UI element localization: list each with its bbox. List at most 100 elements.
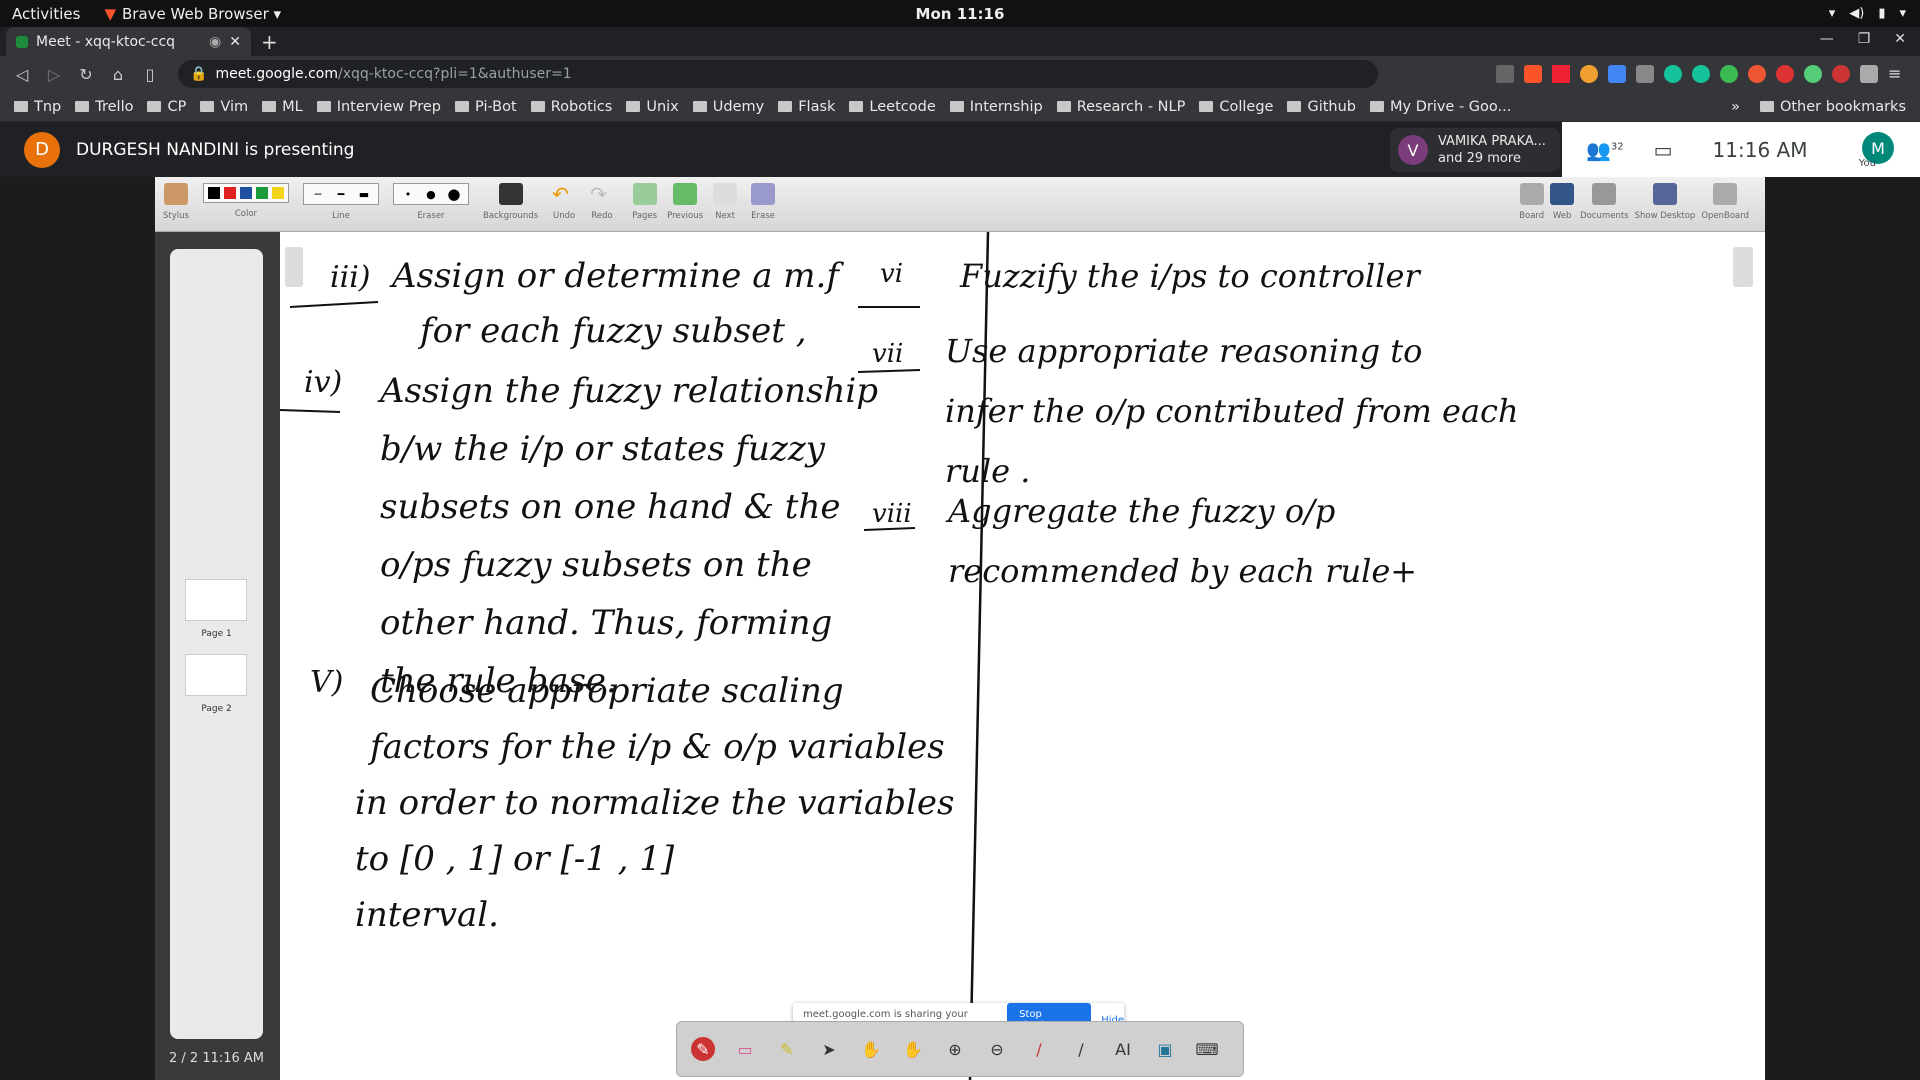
right-panel-toggle[interactable] — [1733, 247, 1753, 287]
keyboard-icon[interactable]: ⌨ — [1195, 1037, 1219, 1061]
zoom-out-icon[interactable]: ⊖ — [985, 1037, 1009, 1061]
extension-icon[interactable] — [1720, 65, 1738, 83]
toolbar-item[interactable]: Color — [202, 177, 289, 219]
grammarly-icon[interactable] — [1692, 65, 1710, 83]
thin-line-icon[interactable]: ─ — [308, 187, 328, 201]
medium-eraser-icon[interactable]: ● — [421, 187, 441, 201]
capture-icon[interactable]: ▣ — [1153, 1037, 1177, 1061]
home-icon[interactable]: ⌂ — [102, 65, 134, 84]
bookmark-item[interactable]: Pi-Bot — [455, 99, 517, 115]
people-icon[interactable]: 👥32 — [1586, 138, 1624, 162]
zoom-in-icon[interactable]: ⊕ — [943, 1037, 967, 1061]
bookmark-item[interactable]: Vim — [200, 99, 248, 115]
browser-tab[interactable]: Meet - xqq-ktoc-ccq ◉ ✕ — [6, 27, 251, 56]
left-panel-toggle[interactable] — [285, 247, 303, 287]
page-2-thumbnail[interactable] — [185, 654, 247, 696]
color-swatch[interactable] — [207, 187, 220, 199]
extension-icon[interactable] — [1832, 65, 1850, 83]
bookmark-item[interactable]: Research - NLP — [1056, 99, 1185, 115]
chevron-icon[interactable]: » — [1731, 99, 1740, 115]
chat-icon[interactable]: ▭ — [1654, 138, 1673, 162]
reload-icon[interactable]: ↻ — [70, 65, 102, 84]
toolbar-item[interactable]: Stylus — [163, 177, 189, 221]
camera-icon[interactable] — [1496, 65, 1514, 83]
small-eraser-icon[interactable]: • — [398, 187, 418, 201]
pointer-icon[interactable]: ➤ — [817, 1037, 841, 1061]
eraser-icon[interactable]: ▭ — [733, 1037, 757, 1061]
bookmark-item[interactable]: ML — [262, 99, 303, 115]
toolbar-item[interactable]: Pages — [632, 177, 657, 221]
bookmark-icon[interactable]: ▯ — [134, 65, 166, 84]
whiteboard[interactable]: iii) Assign or determine a m.f for each fu… — [280, 232, 1765, 1080]
color-swatch[interactable] — [223, 187, 236, 199]
laser-icon[interactable]: / — [1027, 1037, 1051, 1061]
activities-button[interactable]: Activities — [12, 5, 80, 23]
line-icon[interactable]: / — [1069, 1037, 1093, 1061]
bookmark-item[interactable]: CP — [147, 99, 186, 115]
toolbar-right-item[interactable]: OpenBoard — [1701, 177, 1749, 221]
bookmark-item[interactable]: Github — [1287, 99, 1356, 115]
bookmark-item[interactable]: Trello — [75, 99, 133, 115]
toolbar-item[interactable]: • ● ● Eraser — [392, 177, 469, 221]
toolbar-item[interactable]: ─ ━ ▬ Line — [302, 177, 379, 221]
toolbar-item[interactable]: ↷ Redo — [590, 177, 614, 221]
toolbar-right-item[interactable]: Board — [1519, 177, 1544, 221]
toolbar-item[interactable]: Backgrounds — [483, 177, 538, 221]
pen-icon[interactable]: ✎ — [691, 1037, 715, 1061]
thick-line-icon[interactable]: ▬ — [354, 187, 374, 201]
system-clock[interactable]: Mon 11:16 — [916, 5, 1005, 23]
toolbar-item[interactable]: ↶ Undo — [552, 177, 576, 221]
toolbar-item[interactable]: Erase — [751, 177, 776, 221]
other-bookmarks[interactable]: » Other bookmarks — [1731, 99, 1906, 115]
page-1-thumbnail[interactable] — [185, 579, 247, 621]
brave-shields-icon[interactable] — [1524, 65, 1542, 83]
brave-rewards-icon[interactable] — [1552, 65, 1570, 83]
extension-icon[interactable] — [1776, 65, 1794, 83]
translate-icon[interactable] — [1608, 65, 1626, 83]
redo-icon: ↷ — [590, 182, 607, 206]
medium-line-icon[interactable]: ━ — [331, 187, 351, 201]
text-icon[interactable]: AI — [1111, 1037, 1135, 1061]
bookmark-item[interactable]: Tnp — [14, 99, 61, 115]
extension-icon[interactable] — [1748, 65, 1766, 83]
bookmark-item[interactable]: Flask — [778, 99, 835, 115]
toolbar-item[interactable]: Previous — [667, 177, 703, 221]
bookmark-item[interactable]: My Drive - Goo... — [1370, 99, 1511, 115]
color-swatch[interactable] — [255, 187, 268, 199]
color-swatch[interactable] — [239, 187, 252, 199]
close-window-icon[interactable]: ✕ — [1894, 31, 1906, 47]
app-menu[interactable]: ▼ Brave Web Browser ▾ — [104, 5, 281, 23]
bookmark-item[interactable]: Udemy — [692, 99, 764, 115]
new-tab-button[interactable]: + — [261, 30, 278, 54]
menu-icon[interactable]: ≡ — [1888, 65, 1906, 83]
large-eraser-icon[interactable]: ● — [444, 185, 464, 203]
extension-icon[interactable] — [1636, 65, 1654, 83]
grammarly-icon[interactable] — [1664, 65, 1682, 83]
hand-icon[interactable]: ✋ — [859, 1037, 883, 1061]
toolbar-item[interactable]: Next — [713, 177, 738, 221]
bookmark-item[interactable]: Unix — [626, 99, 679, 115]
bookmark-item[interactable]: Leetcode — [849, 99, 936, 115]
maximize-icon[interactable]: ❐ — [1858, 31, 1871, 47]
system-tray[interactable]: ▾ ◀) ▮ ▾ — [1829, 6, 1906, 21]
minimize-icon[interactable]: — — [1820, 31, 1834, 47]
bookmark-item[interactable]: Robotics — [530, 99, 612, 115]
bookmark-item[interactable]: Internship — [949, 99, 1043, 115]
participants-chip[interactable]: V VAMIKA PRAKA... and 29 more — [1390, 128, 1560, 172]
bookmark-item[interactable]: College — [1199, 99, 1273, 115]
toolbar-right-item[interactable]: Web — [1550, 177, 1575, 221]
close-tab-icon[interactable]: ✕ — [229, 34, 241, 50]
back-icon[interactable]: ◁ — [6, 65, 38, 84]
bookmark-item[interactable]: Interview Prep — [316, 99, 441, 115]
forward-icon[interactable]: ▷ — [38, 65, 70, 84]
toolbar-right-item[interactable]: Documents — [1580, 177, 1629, 221]
extension-icon[interactable] — [1804, 65, 1822, 83]
url-bar[interactable]: 🔒 meet.google.com/xqq-ktoc-ccq?pli=1&aut… — [178, 60, 1378, 88]
puzzle-icon[interactable] — [1860, 65, 1878, 83]
toolbar-right-item[interactable]: Show Desktop — [1635, 177, 1695, 221]
highlighter-icon[interactable]: ✎ — [775, 1037, 799, 1061]
grab-icon[interactable]: ✋ — [901, 1037, 925, 1061]
color-swatch[interactable] — [271, 187, 284, 199]
extension-icon[interactable] — [1580, 65, 1598, 83]
folder-icon — [1370, 101, 1384, 112]
